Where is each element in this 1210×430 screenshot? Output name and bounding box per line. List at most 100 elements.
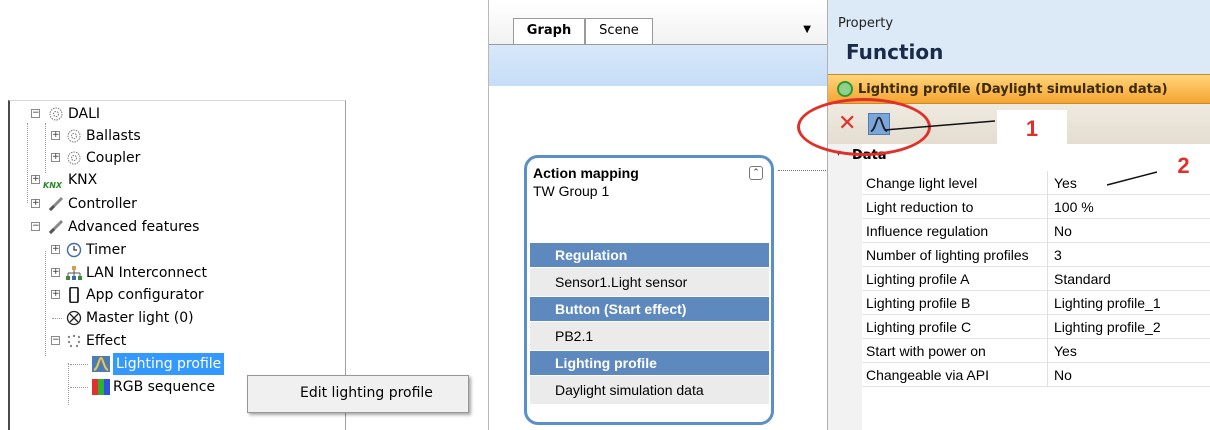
expand-icon[interactable]: + xyxy=(51,245,60,254)
graph-toolbar xyxy=(489,44,827,86)
tree-item-label: KNX xyxy=(68,172,98,188)
tab-graph[interactable]: Graph xyxy=(513,18,585,44)
expand-icon[interactable]: + xyxy=(51,153,60,162)
expand-icon[interactable]: + xyxy=(51,290,60,299)
controller-icon xyxy=(48,196,64,212)
graph-panel: Graph Scene ▼ Action mapping TW Group 1 … xyxy=(488,0,830,430)
rgb-icon xyxy=(92,379,110,395)
property-row[interactable]: Influence regulation No xyxy=(862,219,1210,243)
menu-item-edit-lighting-profile[interactable]: Edit lighting profile xyxy=(300,385,433,401)
column-divider xyxy=(1047,291,1048,315)
highlight-ellipse xyxy=(797,98,931,156)
column-divider xyxy=(1047,195,1048,219)
property-value[interactable]: Standard xyxy=(1054,271,1111,287)
collapse-icon[interactable]: − xyxy=(31,109,40,118)
property-name: Lighting profile C xyxy=(866,319,972,335)
tree-item-controller[interactable]: + Controller xyxy=(10,193,210,215)
tree-item-label: Advanced features xyxy=(68,219,200,235)
tree-item-lan-interconnect[interactable]: + LAN Interconnect xyxy=(10,262,250,284)
tree-item-label: Master light (0) xyxy=(86,310,194,326)
tree-item-label: Coupler xyxy=(86,150,141,166)
tree-item-label: Lighting profile xyxy=(113,353,225,375)
panel-caption: Property xyxy=(838,16,894,31)
node-section-value[interactable]: Sensor1.Light sensor xyxy=(530,268,769,296)
tree-line xyxy=(70,387,88,388)
property-name: Lighting profile A xyxy=(866,271,970,287)
column-divider xyxy=(1047,219,1048,243)
advanced-features-icon xyxy=(48,219,64,235)
selected-function-label: Lighting profile (Daylight simulation da… xyxy=(858,82,1168,97)
tree-item-ballasts[interactable]: + Ballasts xyxy=(10,125,210,147)
expand-icon[interactable]: + xyxy=(51,131,60,140)
property-value[interactable]: Lighting profile_1 xyxy=(1054,295,1161,311)
dali-icon xyxy=(49,107,63,121)
column-divider xyxy=(1047,171,1048,195)
property-header: Property Function xyxy=(828,0,1210,74)
tree-item-label: Timer xyxy=(86,242,127,258)
node-section-value[interactable]: PB2.1 xyxy=(530,322,769,350)
network-icon xyxy=(66,266,82,280)
tree-line xyxy=(52,318,62,319)
tree-item-timer[interactable]: + Timer xyxy=(10,239,210,261)
node-section-value[interactable]: Daylight simulation data xyxy=(530,376,769,404)
property-value[interactable]: 100 % xyxy=(1054,199,1094,215)
callout-1: 1 xyxy=(997,110,1067,148)
column-divider xyxy=(1047,315,1048,339)
tab-scene[interactable]: Scene xyxy=(585,18,653,44)
tree-item-label: App configurator xyxy=(86,287,204,303)
property-value[interactable]: Lighting profile_2 xyxy=(1054,319,1161,335)
collapse-node-button[interactable]: ⌃ xyxy=(749,166,763,180)
node-section-header: Regulation xyxy=(530,243,769,267)
chevron-down-icon[interactable]: ▼ xyxy=(803,24,811,35)
tree-item-rgb-sequence[interactable]: RGB sequence xyxy=(10,376,270,398)
dali-icon xyxy=(67,151,81,165)
property-name: Influence regulation xyxy=(866,223,989,239)
expand-icon[interactable]: + xyxy=(31,175,40,184)
callout-2: 2 xyxy=(1157,146,1210,186)
tree-item-master-light[interactable]: Master light (0) xyxy=(10,307,250,329)
collapse-icon[interactable]: − xyxy=(31,222,40,231)
master-light-icon xyxy=(66,310,82,326)
property-value[interactable]: Yes xyxy=(1054,175,1077,191)
node-connector xyxy=(778,170,830,171)
tree-item-advanced-features[interactable]: − Advanced features xyxy=(10,216,250,238)
property-value[interactable]: Yes xyxy=(1054,343,1077,359)
action-mapping-node[interactable]: Action mapping TW Group 1 ⌃ Regulation S… xyxy=(524,155,774,425)
status-icon xyxy=(837,81,853,97)
tree-item-coupler[interactable]: + Coupler xyxy=(10,147,210,169)
property-name: Start with power on xyxy=(866,343,986,359)
property-row[interactable]: Lighting profile C Lighting profile_2 xyxy=(862,315,1210,339)
property-row[interactable]: Lighting profile A Standard xyxy=(862,267,1210,291)
property-gutter xyxy=(828,144,862,430)
tree-item-dali[interactable]: − DALI xyxy=(10,103,210,125)
tree-item-app-configurator[interactable]: + App configurator xyxy=(10,284,250,306)
property-value[interactable]: No xyxy=(1054,223,1072,239)
property-name: Lighting profile B xyxy=(866,295,971,311)
tree-item-lighting-profile[interactable]: Lighting profile xyxy=(10,353,270,375)
knx-icon: KNX xyxy=(43,181,63,190)
property-row[interactable]: Number of lighting profiles 3 xyxy=(862,243,1210,267)
lighting-profile-icon xyxy=(92,356,110,372)
expand-icon[interactable]: + xyxy=(31,199,40,208)
expand-icon[interactable]: + xyxy=(51,268,60,277)
property-panel: Property Function Lighting profile (Dayl… xyxy=(827,0,1210,430)
column-divider xyxy=(1047,267,1048,291)
property-row[interactable]: Lighting profile B Lighting profile_1 xyxy=(862,291,1210,315)
property-value[interactable]: 3 xyxy=(1054,247,1062,263)
node-section-header: Button (Start effect) xyxy=(530,297,769,321)
column-divider xyxy=(1047,243,1048,267)
tree-line xyxy=(70,364,88,365)
tree-item-effect[interactable]: − Effect xyxy=(10,330,210,352)
tree-item-label: LAN Interconnect xyxy=(86,265,207,281)
phone-icon xyxy=(69,287,79,303)
property-row[interactable]: Start with power on Yes xyxy=(862,339,1210,363)
tree-item-label: Ballasts xyxy=(86,128,141,144)
tree-item-label: RGB sequence xyxy=(113,379,216,395)
property-grid: Change light level Yes Light reduction to… xyxy=(862,171,1210,387)
collapse-icon[interactable]: − xyxy=(51,336,60,345)
tree-item-knx[interactable]: + KNX KNX xyxy=(10,169,210,191)
property-row[interactable]: Light reduction to 100 % xyxy=(862,195,1210,219)
tab-bar: Graph Scene ▼ xyxy=(489,0,827,44)
property-row[interactable]: Changeable via API No xyxy=(862,363,1210,387)
property-value[interactable]: No xyxy=(1054,367,1072,383)
